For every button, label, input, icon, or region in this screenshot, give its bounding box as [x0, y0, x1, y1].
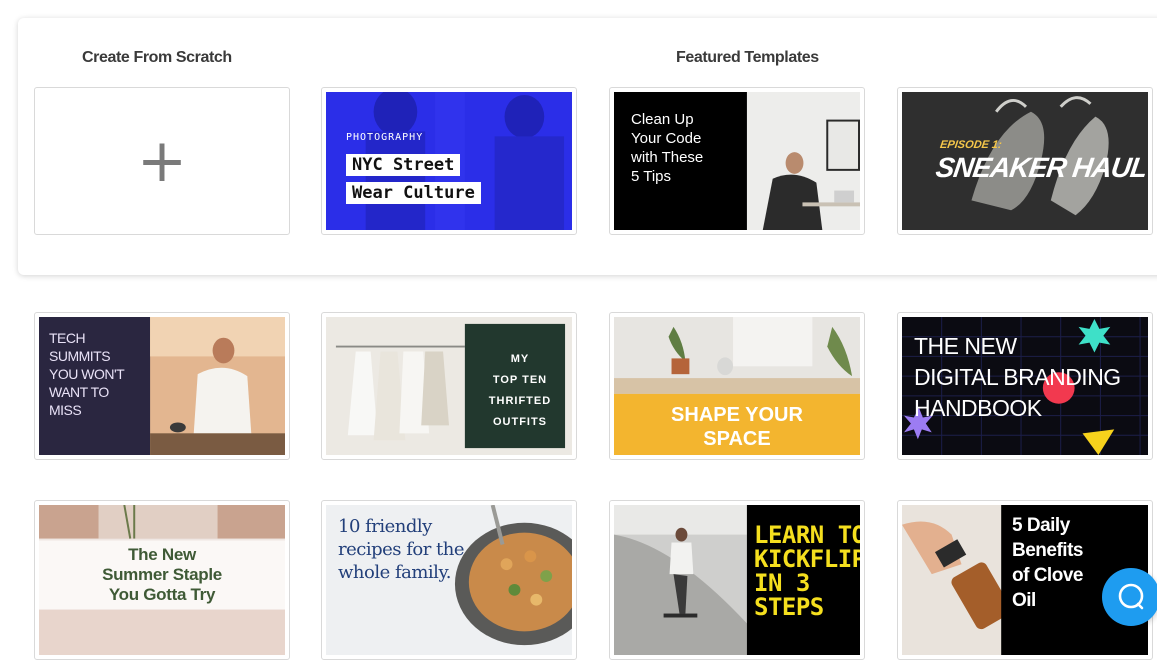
template-thumbnail: LEARN TO KICKFLIP IN 3 STEPS	[614, 505, 860, 655]
template-thumbnail: TECH SUMMITS YOU WON'T WANT TO MISS	[39, 317, 285, 455]
chat-bubble-icon	[1118, 583, 1144, 610]
template-title: 10 friendly recipes for the whole family…	[338, 516, 465, 583]
template-thumbnail: 10 friendly recipes for the whole family…	[326, 505, 572, 655]
template-title: The New Summer Staple You Gotta Try	[102, 545, 222, 604]
template-card-summer-staple[interactable]: The New Summer Staple You Gotta Try	[34, 500, 290, 660]
template-card-clean-code[interactable]: Clean Up Your Code with These 5 Tips	[609, 87, 865, 235]
template-card-tech-summits[interactable]: TECH SUMMITS YOU WON'T WANT TO MISS	[34, 312, 290, 460]
template-episode-label: EPISODE 1:	[939, 139, 1003, 151]
template-title: THE NEW DIGITAL BRANDING HANDBOOK	[914, 333, 1121, 421]
template-title: Clean Up Your Code with These 5 Tips	[631, 111, 704, 185]
template-card-sneaker-haul[interactable]: EPISODE 1: SNEAKER HAUL	[897, 87, 1153, 235]
template-kicker: PHOTOGRAPHY	[346, 132, 424, 143]
plus-icon: +	[136, 126, 188, 196]
template-title-line-2: Wear Culture	[346, 182, 481, 204]
create-from-scratch-heading: Create From Scratch	[82, 49, 232, 66]
template-title: SHAPE YOUR SPACE	[671, 404, 803, 450]
template-card-nyc-street-wear[interactable]: PHOTOGRAPHY NYC Street Wear Culture	[321, 87, 577, 235]
help-chat-button[interactable]	[1102, 568, 1157, 626]
template-card-thrifted-outfits[interactable]: MY TOP TEN THRIFTED OUTFITS	[321, 312, 577, 460]
template-thumbnail: Clean Up Your Code with These 5 Tips	[614, 92, 860, 230]
template-card-shape-your-space[interactable]: SHAPE YOUR SPACE	[609, 312, 865, 460]
template-title: MY TOP TEN THRIFTED OUTFITS	[488, 353, 552, 428]
featured-templates-heading: Featured Templates	[676, 49, 819, 66]
template-title: 5 Daily Benefits of Clove Oil	[1012, 515, 1083, 611]
template-thumbnail: MY TOP TEN THRIFTED OUTFITS	[326, 317, 572, 455]
template-thumbnail: EPISODE 1: SNEAKER HAUL	[902, 92, 1148, 230]
template-thumbnail: The New Summer Staple You Gotta Try	[39, 505, 285, 655]
template-thumbnail: THE NEW DIGITAL BRANDING HANDBOOK	[902, 317, 1148, 455]
blank-design-card[interactable]: +	[34, 87, 290, 235]
template-card-friendly-recipes[interactable]: 10 friendly recipes for the whole family…	[321, 500, 577, 660]
template-title: TECH SUMMITS YOU WON'T WANT TO MISS	[49, 330, 125, 418]
template-title-line-1: NYC Street	[346, 154, 461, 176]
template-card-kickflip[interactable]: LEARN TO KICKFLIP IN 3 STEPS	[609, 500, 865, 660]
template-thumbnail: PHOTOGRAPHY NYC Street Wear Culture	[326, 92, 572, 230]
template-title: SNEAKER HAUL	[933, 152, 1148, 183]
template-card-digital-branding[interactable]: THE NEW DIGITAL BRANDING HANDBOOK	[897, 312, 1153, 460]
template-title: LEARN TO KICKFLIP IN 3 STEPS	[754, 521, 860, 621]
template-thumbnail: SHAPE YOUR SPACE	[614, 317, 860, 455]
